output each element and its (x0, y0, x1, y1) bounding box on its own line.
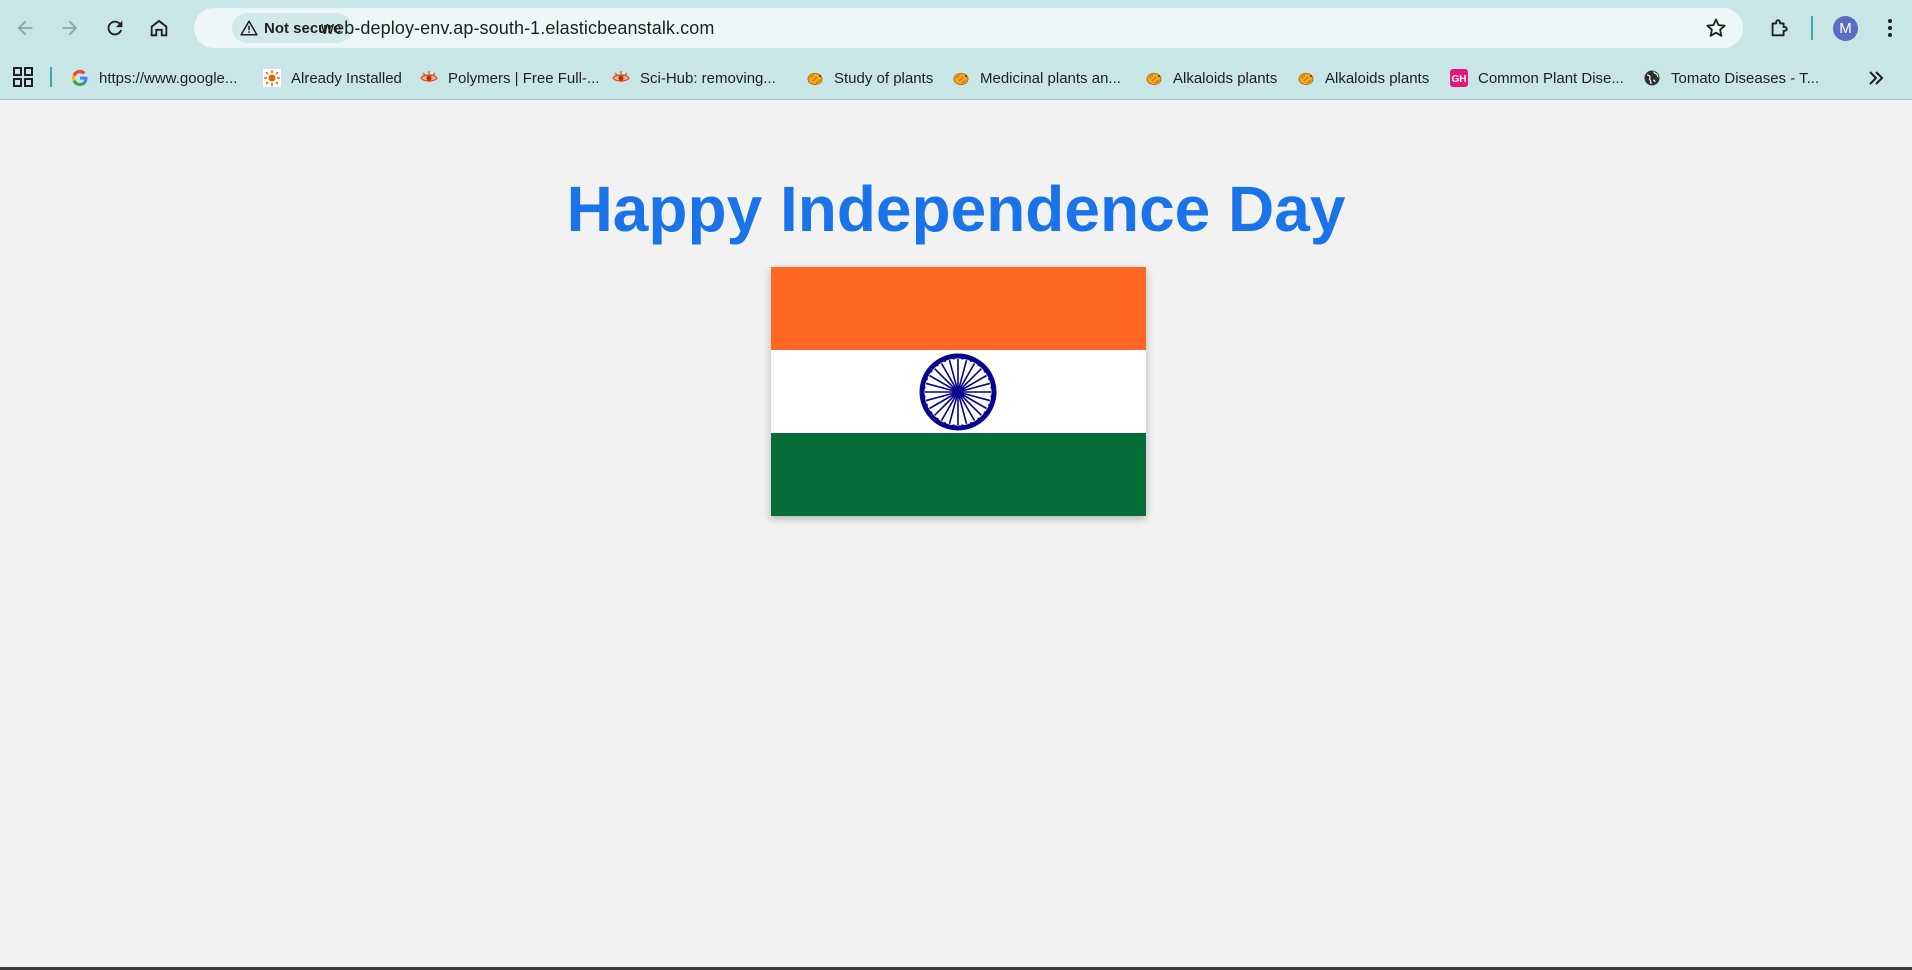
bird-icon (1146, 73, 1162, 85)
google-icon (71, 69, 88, 87)
flag-saffron-stripe (771, 267, 1146, 350)
gh-icon: GH (1450, 69, 1468, 87)
arrow-right-icon (62, 20, 78, 36)
browser-toolbar: Not secure web-deploy-env.ap-south-1.ela… (0, 0, 1912, 56)
bookmark-item[interactable]: Alkaloids plants (1297, 64, 1429, 92)
bookmark-label: Polymers | Free Full-... (448, 69, 600, 87)
sun-icon (263, 69, 281, 87)
bookmark-label: Study of plants (834, 69, 934, 87)
flag-white-stripe (771, 350, 1146, 433)
kebab-menu-icon (1888, 19, 1892, 37)
arrow-left-icon (17, 20, 33, 36)
bookmark-label: Alkaloids plants (1325, 69, 1430, 87)
page-heading: Happy Independence Day (566, 173, 1346, 245)
bookmark-item[interactable]: Study of plants (806, 64, 933, 92)
bookmark-item[interactable]: Polymers | Free Full-... (420, 64, 599, 92)
extensions-button[interactable] (1763, 12, 1795, 44)
bookmarks-bar: https://www.google... Already Installed … (0, 56, 1912, 100)
bookmark-label: Medicinal plants an... (980, 69, 1121, 87)
warning-icon (240, 20, 258, 36)
bookmark-label: Alkaloids plants (1173, 69, 1278, 87)
reload-button[interactable] (97, 10, 133, 46)
bookmark-label: Sci-Hub: removing... (640, 69, 776, 87)
bookmark-item[interactable]: Sci-Hub: removing... (612, 64, 776, 92)
bookmark-item[interactable]: Already Installed (263, 64, 402, 92)
apps-grid-icon[interactable] (12, 66, 34, 88)
home-icon (150, 19, 168, 37)
bird-icon (807, 73, 823, 85)
globe-icon (1644, 70, 1660, 86)
puzzle-icon (1771, 19, 1788, 37)
bookmark-item[interactable]: Medicinal plants an... (952, 64, 1121, 92)
eye-icon (612, 71, 630, 82)
bookmark-item[interactable]: GH Common Plant Dise... (1450, 64, 1624, 92)
forward-button[interactable] (52, 10, 88, 46)
bookmark-label: Tomato Diseases - T... (1671, 69, 1820, 87)
bird-icon (1298, 73, 1314, 85)
bookmark-label: Already Installed (291, 69, 402, 87)
profile-avatar[interactable]: M (1833, 16, 1858, 41)
ashoka-chakra-icon (919, 353, 997, 431)
browser-menu-button[interactable] (1878, 14, 1902, 42)
url-text[interactable]: web-deploy-env.ap-south-1.elasticbeansta… (321, 8, 714, 48)
flag-green-stripe (771, 433, 1146, 516)
svg-text:GH: GH (1452, 74, 1467, 85)
home-button[interactable] (141, 10, 177, 46)
bookmark-item[interactable]: Alkaloids plants (1145, 64, 1277, 92)
reload-icon (107, 20, 123, 36)
bookmarks-divider (50, 67, 52, 87)
bookmark-item[interactable]: Tomato Diseases - T... (1643, 64, 1819, 92)
back-button[interactable] (7, 10, 43, 46)
bird-icon (953, 73, 969, 85)
toolbar-divider (1811, 16, 1813, 40)
address-bar[interactable]: Not secure web-deploy-env.ap-south-1.ela… (194, 8, 1743, 48)
bookmark-item[interactable]: https://www.google... (71, 64, 237, 92)
bookmark-label: Common Plant Dise... (1478, 69, 1624, 87)
chevron-double-right-icon[interactable] (1864, 66, 1888, 90)
bookmark-star-icon[interactable] (1704, 16, 1728, 40)
eye-icon (420, 71, 438, 82)
indian-flag (771, 267, 1146, 516)
bookmark-label: https://www.google... (99, 69, 238, 87)
